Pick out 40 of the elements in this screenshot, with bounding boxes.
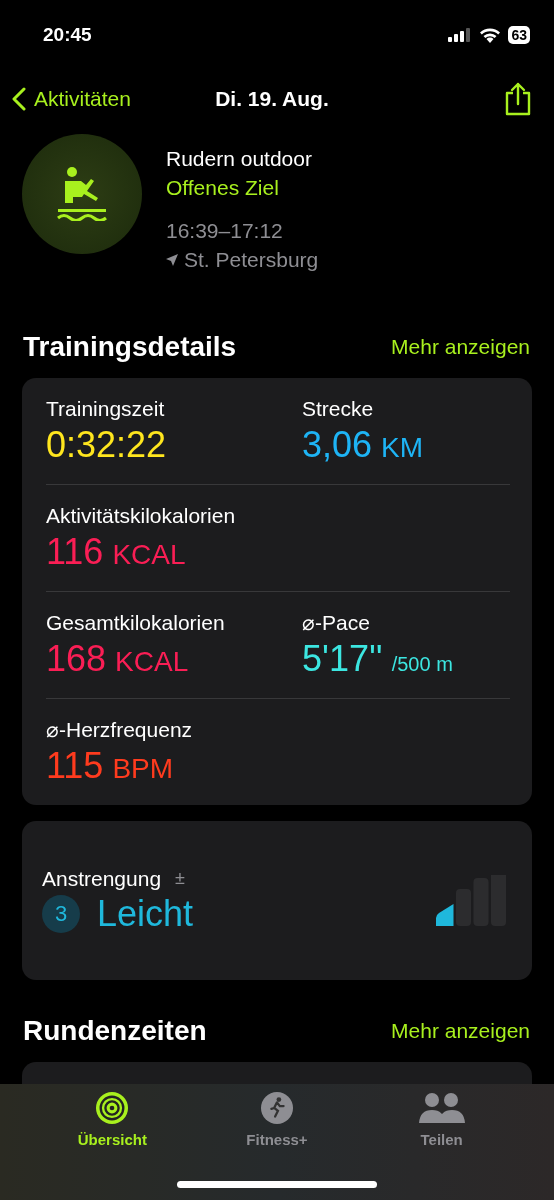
- metric-label: Aktivitätskilokalorien: [46, 503, 237, 529]
- location-arrow-icon: [166, 253, 178, 266]
- back-link[interactable]: Aktivitäten: [12, 87, 216, 111]
- signal-icon: [448, 28, 473, 42]
- metric-label: ⌀-Pace: [302, 610, 371, 636]
- rings-icon: [95, 1092, 130, 1124]
- runner-icon: [260, 1092, 294, 1124]
- tab[interactable]: Fitness+: [217, 1092, 337, 1148]
- screen-title: Di. 19. Aug.: [215, 87, 329, 111]
- battery-level: 63: [508, 26, 530, 44]
- wifi-icon: [479, 27, 502, 43]
- tab[interactable]: Teilen: [381, 1092, 502, 1148]
- metric-value: 168 KCAL: [46, 637, 190, 681]
- status-time: 20:45: [43, 24, 92, 46]
- rowing-icon: [57, 167, 107, 221]
- metric-label: Trainingszeit: [46, 396, 166, 422]
- effort-score: 3: [42, 894, 80, 933]
- metric-value: 0:32:22: [46, 423, 168, 467]
- effort-rating: Leicht: [97, 892, 194, 935]
- adjust-icon[interactable]: ±: [175, 868, 185, 889]
- section-title: Rundenzeiten: [23, 1015, 207, 1047]
- metric-value: 115 BPM: [46, 744, 175, 788]
- workout-time-range: 16:39–17:12: [166, 218, 284, 244]
- workout-goal: Offenes Ziel: [166, 175, 280, 201]
- section-title: Trainingsdetails: [23, 331, 237, 363]
- metric-value: 3,06 KM: [302, 423, 425, 467]
- metric-value: 5'17'' /500 m: [302, 637, 454, 681]
- effort-label: Anstrengung: [42, 866, 162, 891]
- share-icon[interactable]: [504, 82, 532, 116]
- metric-label: Strecke: [302, 396, 375, 422]
- metric-value: 116 KCAL: [46, 530, 187, 574]
- show-more-link[interactable]: Mehr anzeigen: [391, 1019, 530, 1043]
- show-more-link[interactable]: Mehr anzeigen: [391, 335, 530, 359]
- back-chevron-icon: [12, 87, 26, 111]
- metric-label: Gesamtkilokalorien: [46, 610, 226, 636]
- workout-name: Rudern outdoor: [166, 146, 313, 172]
- workout-location: St. Petersburg: [184, 247, 319, 273]
- tab[interactable]: Übersicht: [52, 1092, 173, 1148]
- people-icon: [418, 1092, 465, 1124]
- metric-label: ⌀-Herzfrequenz: [46, 717, 194, 743]
